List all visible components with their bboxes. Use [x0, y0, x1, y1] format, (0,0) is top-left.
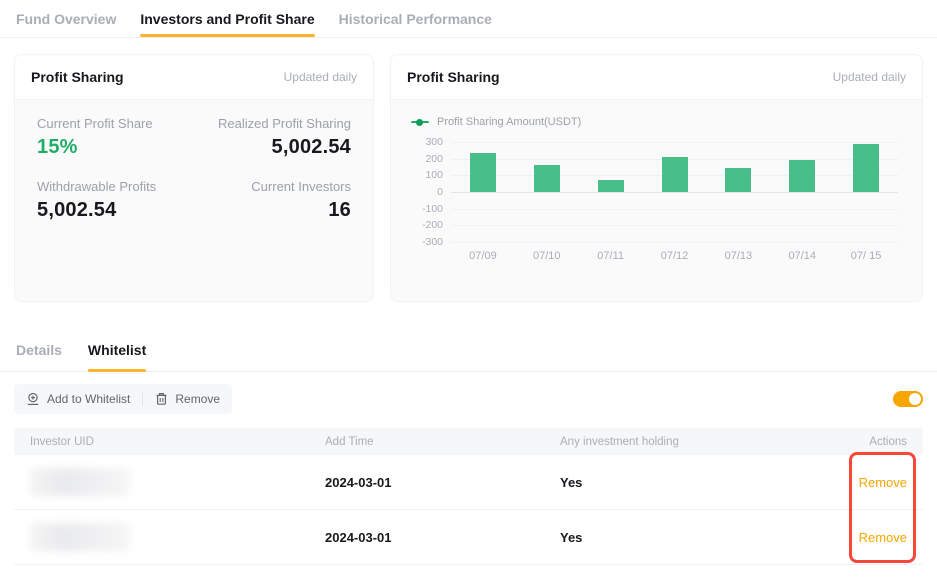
bar-slot	[515, 142, 579, 242]
stat-value: 5,002.54	[194, 136, 351, 159]
bar	[789, 160, 815, 193]
stats-grid: Current Profit Share 15% Realized Profit…	[15, 100, 373, 238]
stats-card-header: Profit Sharing Updated daily	[15, 55, 373, 100]
chart-y-tick-label: 100	[411, 169, 443, 181]
column-actions: Actions	[803, 436, 923, 448]
actions-cell: Remove	[803, 475, 923, 490]
stat-label: Realized Profit Sharing	[194, 116, 351, 131]
whitelist-toolbar: Add to Whitelist Remove	[14, 384, 923, 414]
remove-row-link[interactable]: Remove	[859, 475, 907, 490]
bar-slot	[770, 142, 834, 242]
bar	[470, 153, 496, 192]
redacted-uid	[30, 523, 130, 551]
bar-chart: 3002001000-100-200-300 07/0907/1007/1107…	[407, 142, 906, 276]
tab-investors-and-profit-share[interactable]: Investors and Profit Share	[140, 0, 314, 37]
actions-cell: Remove	[803, 530, 923, 545]
stat-realized-profit-sharing: Realized Profit Sharing 5,002.54	[194, 116, 351, 159]
table-row: 2024-03-01 Yes Remove	[14, 455, 923, 510]
bar-slot	[834, 142, 898, 242]
stat-label: Current Investors	[194, 179, 351, 194]
chart-x-tick-label: 07/14	[770, 250, 834, 262]
chart-legend: Profit Sharing Amount(USDT)	[411, 116, 906, 128]
chart-x-tick-label: 07/ 15	[834, 250, 898, 262]
legend-label: Profit Sharing Amount(USDT)	[437, 116, 581, 128]
stat-label: Current Profit Share	[37, 116, 194, 131]
bar	[534, 165, 560, 192]
bar-slot	[643, 142, 707, 242]
chart-x-tick-label: 07/12	[643, 250, 707, 262]
remove-toolbar-label: Remove	[175, 392, 220, 406]
chart-card-body: Profit Sharing Amount(USDT) 3002001000-1…	[391, 100, 922, 276]
chart-updated-daily-label: Updated daily	[833, 70, 906, 84]
chart-y-tick-label: 300	[411, 136, 443, 148]
investor-uid-cell	[14, 468, 309, 496]
column-investor-uid: Investor UID	[14, 436, 309, 448]
summary-cards-row: Profit Sharing Updated daily Current Pro…	[0, 38, 937, 302]
stat-withdrawable-profits: Withdrawable Profits 5,002.54	[37, 179, 194, 222]
add-time-cell: 2024-03-01	[309, 530, 544, 545]
add-to-whitelist-label: Add to Whitelist	[47, 392, 130, 406]
stat-label: Withdrawable Profits	[37, 179, 194, 194]
tab-historical-performance[interactable]: Historical Performance	[339, 0, 492, 37]
table-row: 2024-03-01 Yes Remove	[14, 510, 923, 565]
toggle-knob	[909, 393, 921, 405]
add-time-cell: 2024-03-01	[309, 475, 544, 490]
bar	[725, 168, 751, 192]
column-add-time: Add Time	[309, 436, 544, 448]
chart-y-tick-label: -300	[411, 236, 443, 248]
details-whitelist-tab-bar: Details Whitelist	[0, 330, 937, 372]
chart-card-title: Profit Sharing	[407, 69, 500, 85]
stats-card-title: Profit Sharing	[31, 69, 124, 85]
whitelist-table: Investor UID Add Time Any investment hol…	[14, 428, 923, 565]
stat-value: 16	[194, 199, 351, 222]
add-circle-icon	[26, 392, 40, 406]
chart-plot: 3002001000-100-200-300	[451, 142, 898, 242]
stat-value: 15%	[37, 136, 194, 159]
chart-x-tick-label: 07/10	[515, 250, 579, 262]
chart-y-tick-label: -200	[411, 219, 443, 231]
top-tab-bar: Fund Overview Investors and Profit Share…	[0, 0, 937, 38]
chart-x-axis-labels: 07/0907/1007/1107/1207/1307/1407/ 15	[451, 250, 898, 262]
chart-x-tick-label: 07/11	[579, 250, 643, 262]
stat-current-profit-share: Current Profit Share 15%	[37, 116, 194, 159]
whitelist-toggle[interactable]	[893, 391, 923, 407]
bar	[662, 157, 688, 192]
chart-card-header: Profit Sharing Updated daily	[391, 55, 922, 100]
holding-cell: Yes	[544, 475, 803, 490]
trash-icon	[155, 392, 168, 406]
table-header-row: Investor UID Add Time Any investment hol…	[14, 428, 923, 455]
bar	[853, 144, 879, 192]
tab-fund-overview[interactable]: Fund Overview	[16, 0, 116, 37]
chart-x-tick-label: 07/09	[451, 250, 515, 262]
profit-sharing-stats-card: Profit Sharing Updated daily Current Pro…	[14, 54, 374, 302]
investor-uid-cell	[14, 523, 309, 551]
chart-x-tick-label: 07/13	[706, 250, 770, 262]
stat-current-investors: Current Investors 16	[194, 179, 351, 222]
tab-whitelist[interactable]: Whitelist	[88, 342, 146, 371]
column-any-investment-holding: Any investment holding	[544, 436, 803, 448]
chart-y-tick-label: 0	[411, 186, 443, 198]
bar-slot	[451, 142, 515, 242]
holding-cell: Yes	[544, 530, 803, 545]
bar-slot	[706, 142, 770, 242]
chart-y-tick-label: 200	[411, 153, 443, 165]
legend-line-dot-icon	[411, 121, 429, 123]
bar-slot	[579, 142, 643, 242]
profit-sharing-chart-card: Profit Sharing Updated daily Profit Shar…	[390, 54, 923, 302]
redacted-uid	[30, 468, 130, 496]
fund-management-page: Fund Overview Investors and Profit Share…	[0, 0, 937, 579]
chart-bars	[451, 142, 898, 242]
add-to-whitelist-button[interactable]: Add to Whitelist	[26, 392, 130, 406]
toolbar-divider	[142, 392, 143, 406]
stat-value: 5,002.54	[37, 199, 194, 222]
remove-row-link[interactable]: Remove	[859, 530, 907, 545]
whitelist-actions-group: Add to Whitelist Remove	[14, 384, 232, 414]
bar	[598, 180, 624, 192]
chart-gridline	[451, 242, 898, 243]
chart-y-tick-label: -100	[411, 203, 443, 215]
tab-details[interactable]: Details	[16, 342, 62, 371]
stats-updated-daily-label: Updated daily	[284, 70, 357, 84]
remove-button[interactable]: Remove	[155, 392, 220, 406]
